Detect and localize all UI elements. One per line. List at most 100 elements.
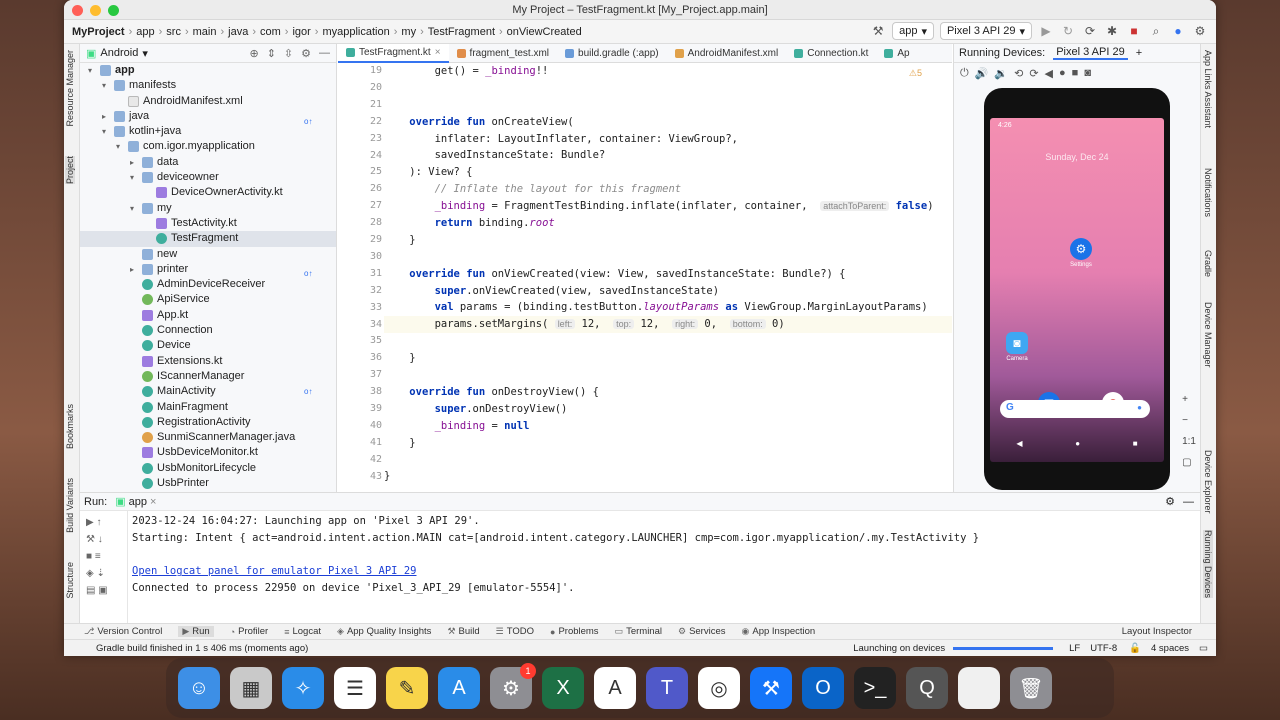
zoom-out-icon[interactable]: − xyxy=(1182,415,1196,426)
gear-icon[interactable]: ⚙ xyxy=(301,47,311,60)
power-icon[interactable]: ⏻ xyxy=(960,67,969,80)
add-device-icon[interactable]: + xyxy=(1136,47,1142,59)
project-tab[interactable]: Project xyxy=(65,156,75,185)
build-variants-tab[interactable]: Build Variants xyxy=(65,478,75,533)
close-icon[interactable]: × xyxy=(150,496,156,508)
hide-icon[interactable]: — xyxy=(1183,496,1200,508)
code-line[interactable]: get() = _binding!! xyxy=(384,63,952,80)
tree-item[interactable]: UsbMonitorLifecycle xyxy=(80,461,336,476)
chevron-down-icon[interactable]: ▾ xyxy=(88,63,98,78)
terminal-dock-icon[interactable]: >_ xyxy=(854,667,896,709)
pin-icon[interactable]: ◈ ⇣ xyxy=(86,568,127,579)
chevron-down-icon[interactable]: ▾ xyxy=(142,47,148,60)
tool-window-button[interactable]: ⚙ Services xyxy=(678,626,726,637)
tree-item[interactable]: TestActivity.kt xyxy=(80,216,336,231)
rerun-icon[interactable]: ▶ ↑ xyxy=(86,517,127,528)
code-line[interactable]: return binding.root xyxy=(384,215,952,232)
file-encoding[interactable]: UTF-8 xyxy=(1090,643,1117,654)
tree-item[interactable]: MainActivity xyxy=(80,384,336,399)
tree-item[interactable]: UsbDeviceMonitor.kt xyxy=(80,445,336,460)
breadcrumb-item[interactable]: com xyxy=(260,26,281,38)
chevron-right-icon[interactable]: ▸ xyxy=(130,155,140,170)
close-window-button[interactable] xyxy=(72,5,83,16)
system-settings-dock-icon[interactable]: ⚙ 1 xyxy=(490,663,536,709)
tree-item[interactable]: ▸ printer xyxy=(80,262,336,277)
rerun-icon[interactable]: ↻ xyxy=(1060,23,1076,39)
code-line[interactable]: } xyxy=(384,350,952,367)
hammer-icon[interactable]: ⚒ xyxy=(870,23,886,39)
resource-manager-tab[interactable]: Resource Manager xyxy=(65,50,75,127)
instruments-dock-icon[interactable]: A xyxy=(594,667,636,709)
actual-size-icon[interactable]: 1:1 xyxy=(1182,436,1196,447)
tree-item[interactable]: ▾ kotlin+java xyxy=(80,124,336,139)
rotate-right-icon[interactable]: ⟳ xyxy=(1029,67,1038,80)
status-message[interactable]: Gradle build finished in 1 s 406 ms (mom… xyxy=(96,643,308,654)
run-console-output[interactable]: 2023-12-24 16:04:27: Launching app on 'P… xyxy=(132,513,979,597)
nav-back-icon[interactable]: ◀ xyxy=(1016,439,1022,448)
gear-icon[interactable]: ⚙ xyxy=(1165,495,1175,508)
tree-item[interactable]: Extensions.kt xyxy=(80,354,336,369)
tool-window-button[interactable]: ≡ Logcat xyxy=(284,626,321,637)
volume-down-icon[interactable]: 🔉 xyxy=(994,67,1008,80)
run-icon[interactable]: ▶ xyxy=(1038,23,1054,39)
code-line[interactable] xyxy=(384,80,952,97)
app-store-dock-icon[interactable]: A xyxy=(438,667,480,709)
tool-window-button[interactable]: ◉ App Inspection xyxy=(742,626,816,637)
settings-app-icon[interactable]: ⚙ xyxy=(1070,238,1092,260)
teams-dock-icon[interactable]: T xyxy=(646,667,688,709)
editor-tab[interactable]: build.gradle (:app) xyxy=(557,44,667,63)
fit-screen-icon[interactable]: ▢ xyxy=(1182,457,1196,468)
safari-dock-icon[interactable]: ✧ xyxy=(282,667,324,709)
override-marker-icon[interactable]: o↑ xyxy=(304,384,312,401)
code-line[interactable]: inflater: LayoutInflater, container: Vie… xyxy=(384,131,952,148)
volume-up-icon[interactable]: 🔊 xyxy=(975,67,989,80)
breadcrumb-item[interactable]: MyProject xyxy=(72,26,125,38)
editor-tab[interactable]: fragment_test.xml xyxy=(449,44,557,63)
search-icon[interactable]: ⌕ xyxy=(1148,23,1164,39)
code-line[interactable]: override fun onViewCreated(view: View, s… xyxy=(384,266,952,283)
code-line[interactable]: params.setMargins( left: 12, top: 12, ri… xyxy=(384,316,952,334)
code-line[interactable]: } xyxy=(384,232,952,249)
chrome-dock-icon[interactable]: ◎ xyxy=(698,667,740,709)
tree-item[interactable]: Device xyxy=(80,338,336,353)
apply-changes-icon[interactable]: ⟳ xyxy=(1082,23,1098,39)
code-line[interactable]: } xyxy=(384,435,952,452)
editor-tab[interactable]: Connection.kt xyxy=(786,44,876,63)
chevron-down-icon[interactable]: ▾ xyxy=(102,78,112,93)
running-devices-tab[interactable]: Running Devices xyxy=(1203,530,1213,599)
breadcrumb-item[interactable]: app xyxy=(136,26,154,38)
chevron-right-icon[interactable]: ▸ xyxy=(130,262,140,277)
tree-item[interactable]: ▾ app xyxy=(80,63,336,78)
build-icon[interactable]: ⚒ ↓ xyxy=(86,534,127,545)
mic-icon[interactable]: ● xyxy=(1137,403,1142,412)
code-area[interactable]: get() = _binding!! override fun onCreate… xyxy=(384,63,952,492)
device-tab[interactable]: Pixel 3 API 29 xyxy=(1053,46,1128,60)
excel-dock-icon[interactable]: X xyxy=(542,667,584,709)
notes-dock-icon[interactable]: ✎ xyxy=(386,667,428,709)
tree-item[interactable]: SunmiScannerManager.java xyxy=(80,430,336,445)
code-line[interactable]: } xyxy=(384,468,952,485)
close-icon[interactable]: × xyxy=(435,43,441,62)
lock-icon[interactable]: 🔓 xyxy=(1129,643,1141,654)
breadcrumb-item[interactable]: my xyxy=(401,26,416,38)
layout-inspector-button[interactable]: Layout Inspector xyxy=(1122,626,1192,637)
home-icon[interactable]: ● xyxy=(1059,67,1066,79)
emulator-screen[interactable]: 4:26 Sunday, Dec 24 ⚙ Settings ◙ Camera … xyxy=(990,118,1164,462)
screenshot-icon[interactable]: ◙ xyxy=(1084,67,1091,79)
tool-window-button[interactable]: ▭ Terminal xyxy=(615,626,662,637)
chevron-down-icon[interactable]: ▾ xyxy=(130,170,140,185)
code-line[interactable]: _binding = FragmentTestBinding.inflate(i… xyxy=(384,198,952,215)
tree-item[interactable]: AdminDeviceReceiver xyxy=(80,277,336,292)
warnings-indicator[interactable]: ⚠5 xyxy=(909,68,922,79)
memory-indicator-icon[interactable]: ▭ xyxy=(1199,643,1208,654)
document-dock-icon[interactable] xyxy=(958,667,1000,709)
camera-app-icon[interactable]: ◙ xyxy=(1006,332,1028,354)
collapse-icon[interactable]: ⇕ xyxy=(267,47,276,60)
background-task-label[interactable]: Launching on devices xyxy=(853,643,945,654)
hide-icon[interactable]: — xyxy=(319,47,330,60)
breadcrumb-item[interactable]: igor xyxy=(292,26,310,38)
zoom-window-button[interactable] xyxy=(108,5,119,16)
debug-icon[interactable]: ✱ xyxy=(1104,23,1120,39)
tool-window-button[interactable]: ☰ TODO xyxy=(496,626,534,637)
tool-window-button[interactable]: ● Problems xyxy=(550,626,599,637)
